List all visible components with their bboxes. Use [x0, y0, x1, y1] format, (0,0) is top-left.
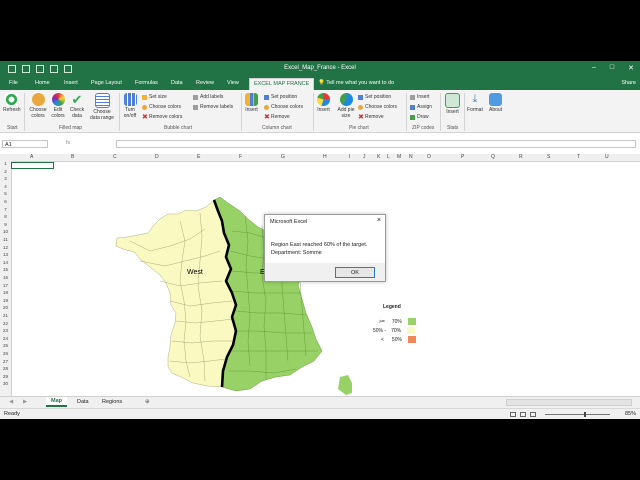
page-layout-view-icon[interactable] — [520, 412, 526, 417]
add-sheet-icon[interactable]: ⊕ — [140, 398, 155, 406]
corsica[interactable] — [338, 375, 352, 395]
legend-swatch-mid — [407, 327, 416, 334]
zoom-level[interactable]: 85% — [625, 411, 636, 417]
horizontal-scrollbar[interactable] — [506, 399, 632, 406]
dialog-close-icon[interactable]: × — [377, 217, 381, 224]
sheet-tab-data[interactable]: Data — [72, 398, 94, 406]
west-label: West — [187, 269, 203, 276]
legend-row-high: >= 70% — [379, 318, 416, 325]
legend-title: Legend — [383, 304, 401, 310]
legend-row-low: < 50% — [381, 336, 416, 343]
status-text: Ready — [4, 411, 20, 417]
legend-row-mid-value: 70% — [391, 327, 402, 334]
zoom-slider[interactable] — [545, 414, 610, 415]
page-break-view-icon[interactable] — [530, 412, 536, 417]
zoom-slider-handle[interactable] — [584, 412, 586, 417]
sheet-tab-map[interactable]: Map — [46, 397, 67, 407]
legend-row-low-value: 50% — [391, 336, 402, 343]
dialog-message: Region East reached 60% of the target. D… — [271, 242, 367, 257]
sheet-next-icon[interactable]: ▶ — [18, 398, 32, 406]
dialog-message-line2: Department: Somme — [271, 249, 322, 256]
dialog-message-line1: Region East reached 60% of the target. — [271, 242, 368, 248]
legend-swatch-high — [407, 318, 416, 325]
sheet-prev-icon[interactable]: ◀ — [4, 398, 18, 406]
legend-swatch-low — [407, 336, 416, 343]
selected-cell-a1[interactable] — [11, 162, 54, 169]
legend-row-high-value: 70% — [391, 318, 402, 325]
legend-row-mid-label: 50% - — [373, 327, 387, 334]
sheet-tab-regions[interactable]: Regions — [97, 398, 127, 406]
ok-button[interactable]: OK — [335, 267, 375, 278]
legend-row-mid: 50% - 70% — [373, 327, 416, 334]
legend-row-high-label: >= — [379, 318, 385, 325]
dialog-title: Microsoft Excel — [270, 219, 308, 225]
legend-row-low-label: < — [381, 336, 384, 343]
west-region[interactable] — [115, 199, 237, 388]
excel-window: Excel_Map_France - Excel – □ ✕ File Home… — [0, 61, 640, 419]
message-dialog: Microsoft Excel × Region East reached 60… — [264, 214, 386, 282]
status-bar: Ready 85% — [0, 408, 640, 419]
normal-view-icon[interactable] — [510, 412, 516, 417]
